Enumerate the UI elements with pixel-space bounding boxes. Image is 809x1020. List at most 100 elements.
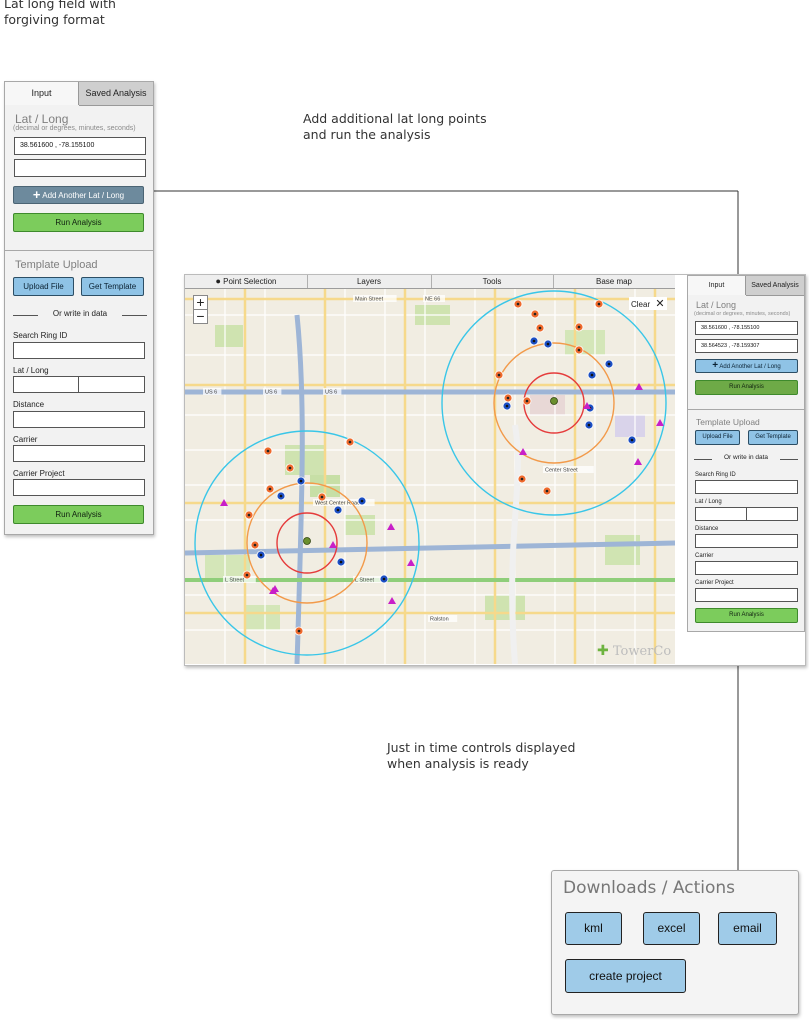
latlong-field-1[interactable]: 38.561600 , -78.155100 [14, 137, 146, 155]
upload-file-button[interactable]: Upload File [13, 277, 74, 296]
create-project-button[interactable]: create project [565, 959, 686, 993]
site-marker-dot [288, 466, 292, 470]
template-upload-title: Template Upload [15, 259, 98, 271]
site-marker-dot [339, 560, 343, 564]
or-line-left-right [694, 459, 712, 460]
site-marker-dot [587, 423, 591, 427]
tab-saved-analysis-right[interactable]: Saved Analysis [746, 276, 804, 296]
latlong-title: Lat / Long [15, 112, 69, 126]
street-label: US 6 [325, 390, 337, 396]
clear-label: Clear [631, 300, 651, 309]
site-marker-dot [607, 362, 611, 366]
run-analysis-button[interactable]: Run Analysis [13, 213, 144, 232]
tab-layers[interactable]: Layers [307, 275, 432, 288]
site-marker-dot [520, 477, 524, 481]
site-marker-dot [320, 495, 324, 499]
site-marker-dot [247, 513, 251, 517]
site-marker-dot [597, 302, 601, 306]
search-ring-field[interactable] [13, 342, 145, 359]
search-ring-label-right: Search Ring ID [695, 472, 736, 478]
map-tab-bar: ● Point Selection Layers Tools Base map [185, 275, 675, 289]
carrier-project-label-right: Carrier Project [695, 580, 734, 586]
map-container: US 6 US 6 US 6 Main Street Center Street L St… [184, 274, 806, 666]
get-template-button[interactable]: Get Template [81, 277, 144, 296]
distance-field[interactable] [13, 411, 145, 428]
distance-field-right[interactable] [695, 534, 798, 548]
get-template-button-right[interactable]: Get Template [748, 430, 798, 445]
latlong-title-right: Lat / Long [696, 300, 737, 310]
add-latlong-button-right[interactable]: + Add Another Lat / Long [695, 359, 798, 373]
or-line-left [13, 315, 38, 316]
carrier-project-field[interactable] [13, 479, 145, 496]
run-analysis-button-right[interactable]: Run Analysis [695, 380, 798, 395]
distance-label: Distance [13, 400, 45, 409]
street-label: NE 66 [425, 297, 440, 303]
section-divider-right [688, 409, 804, 410]
district-area [615, 415, 645, 437]
or-line-right [122, 315, 147, 316]
long-field-right[interactable] [746, 507, 798, 521]
latlong-hint: (decimal or degrees, minutes, seconds) [13, 125, 136, 132]
carrier-field-right[interactable] [695, 561, 798, 575]
latlong-field-2-right[interactable]: 38.564523 , -78.159307 [695, 339, 798, 353]
search-ring-label: Search Ring ID [13, 331, 68, 340]
site-marker-dot [516, 302, 520, 306]
lat-field[interactable] [13, 376, 79, 393]
site-marker-dot [546, 342, 550, 346]
email-button[interactable]: email [718, 912, 777, 945]
tab-input[interactable]: Input [5, 82, 79, 105]
plus-icon: + [32, 187, 41, 202]
latlong-field-2[interactable] [14, 159, 146, 177]
site-marker-dot [505, 404, 509, 408]
ring-center-pin [303, 537, 311, 545]
site-marker-dot [545, 489, 549, 493]
or-write-label: Or write in data [52, 309, 108, 318]
site-marker-dot [336, 508, 340, 512]
site-marker-dot [348, 440, 352, 444]
site-marker-dot [253, 543, 257, 547]
site-marker-dot [506, 396, 510, 400]
carrier-field[interactable] [13, 445, 145, 462]
site-marker-dot [538, 326, 542, 330]
site-marker-dot [577, 348, 581, 352]
excel-button[interactable]: excel [643, 912, 700, 945]
search-ring-field-right[interactable] [695, 480, 798, 494]
or-line-right-right [780, 459, 798, 460]
plus-icon: + [712, 360, 719, 371]
run-analysis-button-2[interactable]: Run Analysis [13, 505, 144, 524]
tab-base-map[interactable]: Base map [553, 275, 675, 288]
site-marker-dot [268, 487, 272, 491]
long-field[interactable] [78, 376, 145, 393]
run-analysis-button-2-right[interactable]: Run Analysis [695, 608, 798, 623]
right-input-panel: Input Saved Analysis Lat / Long (decimal… [687, 275, 805, 632]
lat-field-right[interactable] [695, 507, 747, 521]
district-area [530, 395, 565, 415]
park-area [215, 325, 243, 347]
tab-input-right[interactable]: Input [688, 276, 746, 295]
street-label: Center Street [545, 468, 578, 474]
map-graphics: US 6 US 6 US 6 Main Street Center Street L St… [185, 275, 675, 664]
site-marker-dot [532, 339, 536, 343]
upload-file-button-right[interactable]: Upload File [695, 430, 740, 445]
site-marker-dot [245, 573, 249, 577]
site-marker-dot [630, 438, 634, 442]
tab-saved-analysis[interactable]: Saved Analysis [79, 82, 153, 106]
latlong-hint-right: (decimal or degrees, minutes, seconds) [694, 311, 791, 317]
tab-tools[interactable]: Tools [431, 275, 554, 288]
kml-button[interactable]: kml [565, 912, 622, 945]
zoom-out-button[interactable]: − [193, 309, 208, 324]
tab-point-selection[interactable]: ● Point Selection [185, 275, 308, 288]
site-marker-dot [590, 373, 594, 377]
map-canvas[interactable]: US 6 US 6 US 6 Main Street Center Street L St… [185, 275, 675, 664]
carrier-project-field-right[interactable] [695, 588, 798, 602]
site-marker-dot [266, 449, 270, 453]
site-marker-dot [360, 499, 364, 503]
site-marker-dot [279, 494, 283, 498]
street-label: Main Street [355, 297, 384, 303]
site-marker-triangle [656, 419, 664, 426]
park-area [345, 515, 375, 535]
latlong-field-1-right[interactable]: 38.561600 , -78.155100 [695, 321, 798, 335]
add-latlong-button[interactable]: + Add Another Lat / Long [13, 186, 144, 204]
site-marker-dot [525, 399, 529, 403]
clear-control[interactable]: Clear ✕ [629, 297, 667, 310]
